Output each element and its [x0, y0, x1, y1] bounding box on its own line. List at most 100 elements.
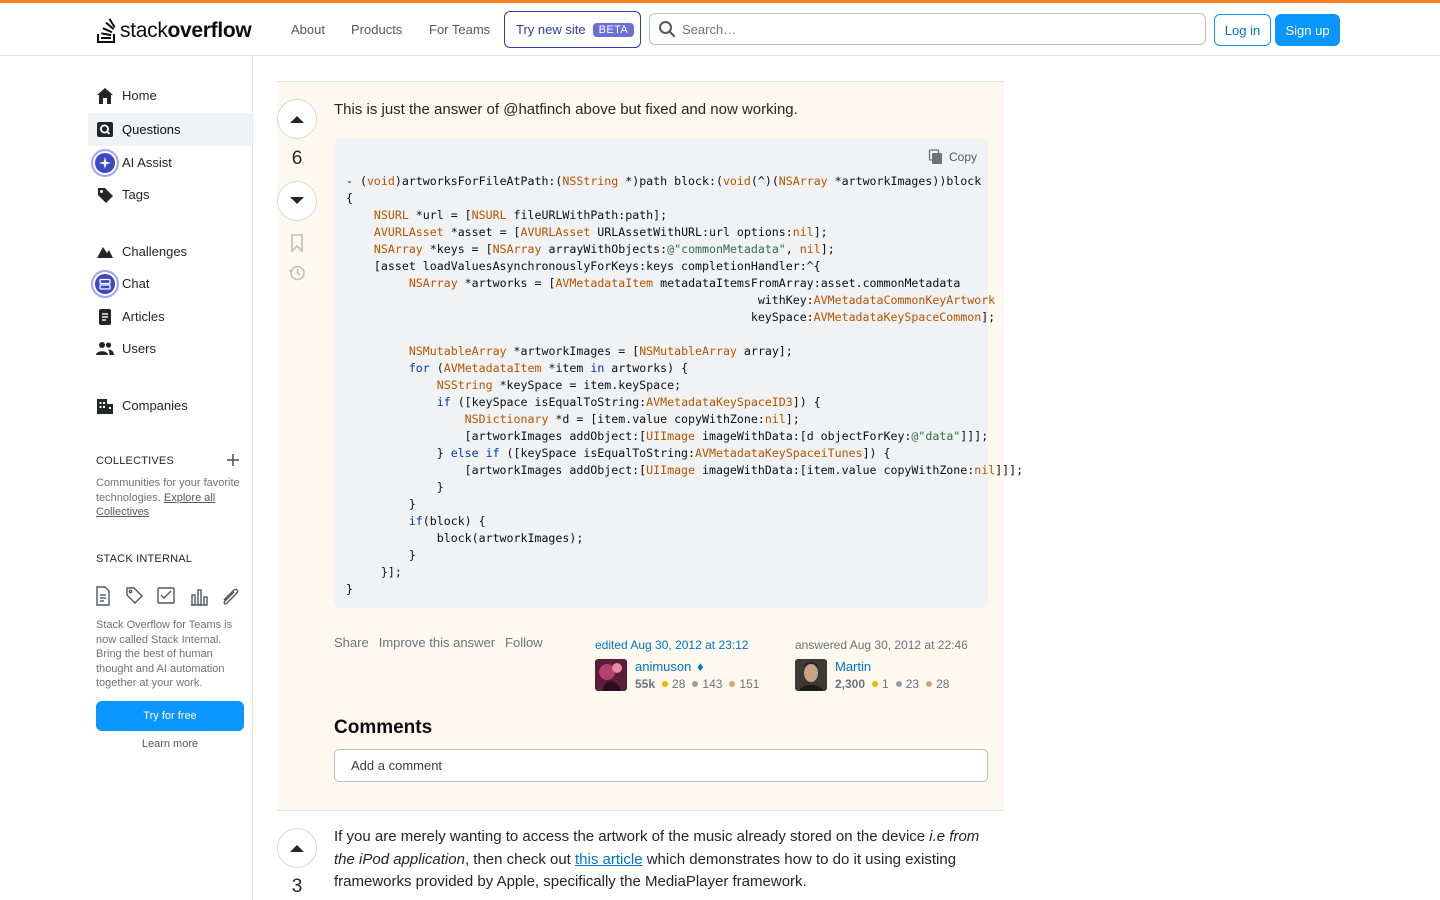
add-comment-input[interactable]: Add a comment	[334, 749, 988, 782]
silver-badge-icon	[895, 681, 902, 687]
search-icon	[659, 21, 676, 38]
editor-reputation: 55k 28 143 151	[635, 677, 759, 691]
gold-badge-icon	[872, 681, 879, 687]
tag-icon	[96, 186, 114, 204]
upvote-button[interactable]	[277, 828, 317, 868]
post-menu: Share Improve this answer Follow	[334, 635, 543, 650]
gold-badge-count: 1	[882, 677, 889, 691]
stack-internal-heading: STACK INTERNAL	[96, 553, 193, 565]
answer-intro-text: This is just the answer of @hatfinch abo…	[334, 101, 798, 118]
answered-timestamp[interactable]: answered Aug 30, 2012 at 22:46	[795, 638, 968, 652]
downvote-button[interactable]	[277, 181, 317, 221]
paperclip-icon	[223, 588, 239, 605]
sidebar-item-label: Home	[122, 88, 157, 103]
sidebar-item-companies[interactable]: Companies	[88, 389, 252, 422]
bronze-badge-count: 151	[739, 677, 760, 691]
this-article-link[interactable]: this article	[575, 851, 643, 868]
gold-badge-count: 28	[672, 677, 686, 691]
copy-code-button[interactable]: Copy	[928, 149, 977, 165]
nav-products-link[interactable]: Products	[351, 22, 402, 37]
downvote-arrow-icon	[290, 197, 304, 204]
plus-icon[interactable]	[226, 453, 240, 467]
vote-score: 6	[291, 148, 303, 169]
history-icon[interactable]	[288, 264, 306, 282]
log-in-button[interactable]: Log in	[1214, 14, 1271, 46]
sidebar-item-home[interactable]: Home	[88, 79, 252, 112]
bronze-badge-count: 28	[936, 677, 950, 691]
left-sidebar: Home Questions AI Assist Tags Challenges…	[0, 57, 253, 900]
search-placeholder: Search…	[682, 21, 737, 37]
try-new-site-button[interactable]: Try new site BETA	[504, 11, 641, 48]
sidebar-item-label: Companies	[122, 398, 188, 413]
sidebar-item-ai-assist[interactable]: AI Assist	[88, 146, 252, 179]
top-bar: stackoverflow About Products For Teams T…	[0, 0, 1440, 56]
sidebar-item-label: Questions	[122, 122, 181, 137]
stack-internal-description: Stack Overflow for Teams is now called S…	[96, 619, 233, 689]
improve-answer-link[interactable]: Improve this answer	[379, 635, 495, 650]
logo-text: stackoverflow	[120, 19, 252, 42]
sidebar-item-label: Tags	[122, 187, 150, 202]
code-text: - (void)artworksForFileAtPath:(NSString …	[346, 174, 1024, 596]
nav-for-teams-link[interactable]: For Teams	[429, 22, 490, 37]
upvote-arrow-icon	[290, 845, 304, 852]
vote-score: 3	[291, 876, 303, 897]
answer-post: 6 This is just the answer of @hatfinch a…	[277, 81, 1023, 811]
comments-heading: Comments	[334, 717, 433, 738]
share-link[interactable]: Share	[334, 635, 369, 650]
sidebar-item-challenges[interactable]: Challenges	[88, 235, 252, 268]
silver-badge-count: 143	[702, 677, 723, 691]
avatar[interactable]	[795, 659, 827, 691]
editor-name-link[interactable]: animuson ♦	[635, 659, 704, 674]
sidebar-item-articles[interactable]: Articles	[88, 300, 252, 333]
sign-up-button[interactable]: Sign up	[1275, 14, 1340, 46]
editor-signature: edited Aug 30, 2012 at 23:12	[595, 638, 748, 652]
checkbox-icon	[157, 587, 175, 604]
bronze-badge-icon	[729, 681, 736, 687]
sidebar-item-label: AI Assist	[122, 155, 172, 170]
sidebar-item-chat[interactable]: Chat	[88, 267, 252, 300]
bookmark-icon[interactable]	[288, 234, 306, 252]
sidebar-item-label: Chat	[122, 276, 150, 291]
stack-overflow-logo[interactable]: stackoverflow	[96, 18, 252, 44]
search-input[interactable]: Search…	[649, 13, 1206, 45]
tag-outline-icon	[126, 587, 143, 604]
silver-badge-icon	[692, 681, 699, 687]
collectives-heading: COLLECTIVES	[96, 455, 175, 467]
users-icon	[96, 340, 114, 358]
sidebar-item-questions[interactable]: Questions	[88, 113, 252, 146]
learn-more-link[interactable]: Learn more	[96, 738, 244, 750]
answer-body: If you are merely wanting to access the …	[334, 828, 980, 890]
upvote-arrow-icon	[290, 116, 304, 123]
bar-chart-icon	[191, 589, 208, 606]
author-reputation: 2,300 1 23 28	[835, 677, 949, 691]
articles-icon	[96, 308, 114, 326]
collectives-description: Communities for your favorite technologi…	[96, 477, 240, 518]
upvote-button[interactable]	[277, 99, 317, 139]
stack-overflow-logo-icon	[97, 18, 116, 43]
try-new-site-label: Try new site	[516, 22, 586, 37]
author-signature: answered Aug 30, 2012 at 22:46	[795, 638, 968, 652]
challenges-icon	[96, 243, 114, 261]
try-for-free-button[interactable]: Try for free	[96, 701, 244, 731]
moderator-diamond-icon: ♦	[697, 659, 704, 674]
gold-badge-icon	[662, 681, 669, 687]
avatar[interactable]	[595, 659, 627, 691]
reputation-score: 55k	[635, 677, 656, 691]
beta-badge: BETA	[592, 22, 635, 37]
sidebar-item-label: Users	[122, 341, 156, 356]
reputation-score: 2,300	[835, 677, 866, 691]
silver-badge-count: 23	[905, 677, 920, 691]
sidebar-item-tags[interactable]: Tags	[88, 178, 252, 211]
home-icon	[96, 87, 114, 105]
author-name-link[interactable]: Martin	[835, 659, 871, 674]
companies-icon	[96, 397, 114, 415]
questions-icon	[96, 121, 114, 139]
edited-timestamp-link[interactable]: edited Aug 30, 2012 at 23:12	[595, 638, 748, 652]
follow-link[interactable]: Follow	[505, 635, 543, 650]
ai-assist-icon	[91, 148, 119, 177]
code-block: Copy - (void)artworksForFileAtPath:(NSSt…	[334, 139, 1023, 608]
sidebar-item-users[interactable]: Users	[88, 332, 252, 365]
sidebar-item-label: Articles	[122, 309, 165, 324]
document-icon	[96, 586, 110, 606]
nav-about-link[interactable]: About	[291, 22, 325, 37]
